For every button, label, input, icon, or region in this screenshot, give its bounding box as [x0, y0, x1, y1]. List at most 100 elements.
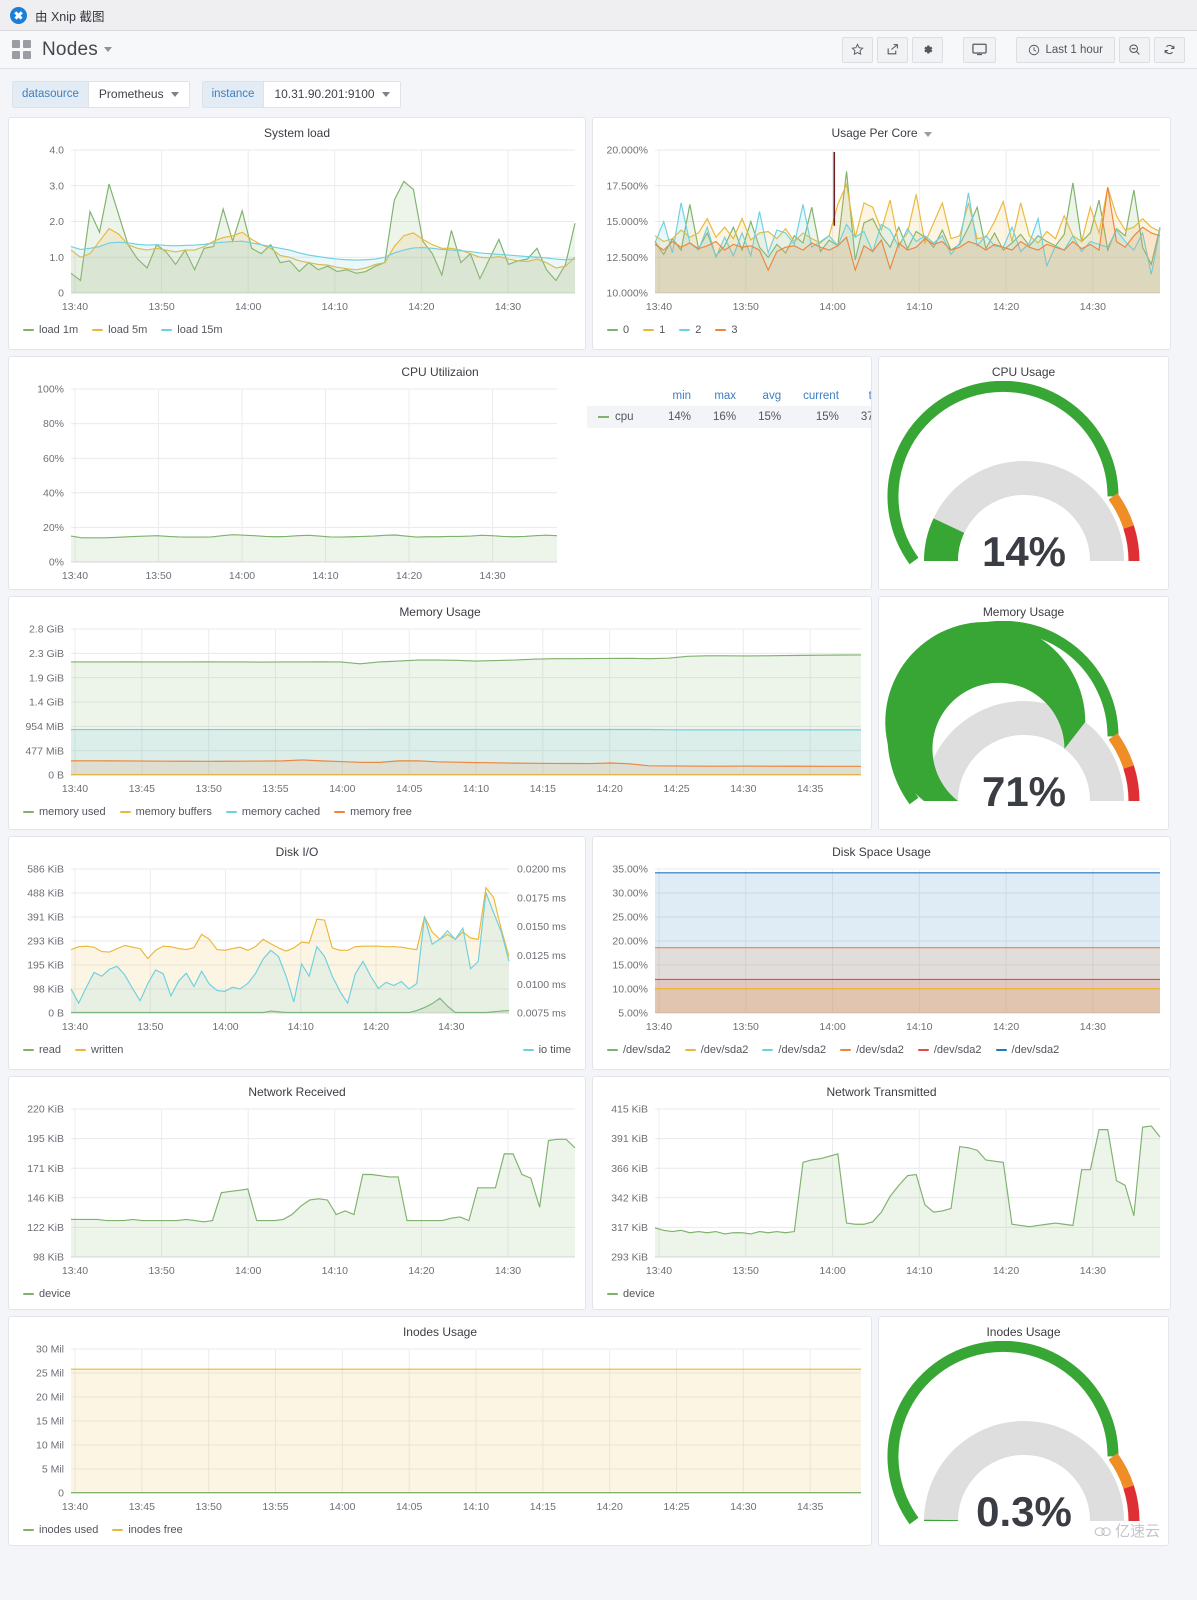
settings-button[interactable]: [912, 36, 944, 63]
refresh-button[interactable]: [1154, 36, 1185, 63]
legend-label: memory free: [350, 806, 412, 819]
legend-item[interactable]: inodes free: [112, 1524, 183, 1536]
legend-item[interactable]: device: [23, 1288, 71, 1300]
dashboard-row-3: Memory Usage 0 B 477 MiB 954 MiB 1.4 GiB 1.9…: [8, 596, 1189, 831]
legend-color-swatch: [23, 1528, 34, 1532]
variable-datasource: datasource Prometheus: [12, 81, 190, 109]
time-range-picker[interactable]: Last 1 hour: [1016, 36, 1115, 63]
legend-item[interactable]: 2: [679, 324, 701, 336]
svg-text:20 Mil: 20 Mil: [36, 1392, 64, 1404]
legend-item[interactable]: device: [607, 1288, 655, 1300]
svg-text:13:50: 13:50: [137, 1021, 163, 1033]
svg-text:0: 0: [58, 1488, 64, 1500]
panel-usage-per-core[interactable]: Usage Per Core 10.000% 12.500% 15.000% 17.5…: [592, 117, 1171, 351]
svg-text:3.0: 3.0: [49, 181, 64, 193]
legend-item[interactable]: memory free: [334, 806, 412, 818]
watermark-text: 亿速云: [1114, 1523, 1160, 1541]
legend-item[interactable]: 3: [715, 324, 738, 336]
panel-inodes-usage-gauge[interactable]: Inodes Usage 0.3% 亿速云: [878, 1316, 1169, 1547]
legend-label: /dev/sda2: [778, 1044, 827, 1057]
variable-datasource-label: datasource: [12, 81, 88, 108]
legend-item[interactable]: memory cached: [225, 806, 320, 818]
legend-item[interactable]: load 1m: [23, 324, 78, 336]
zoom-out-button[interactable]: [1119, 36, 1150, 63]
svg-text:146 KiB: 146 KiB: [27, 1193, 64, 1205]
svg-text:14:00: 14:00: [235, 1265, 261, 1277]
cloud-icon: [1094, 1526, 1111, 1536]
legend-item[interactable]: /dev/sda2: [762, 1044, 826, 1056]
legend-item[interactable]: /dev/sda2: [995, 1044, 1059, 1056]
panel-network-transmitted[interactable]: Network Transmitted 293 KiB 317 KiB 342 Ki…: [592, 1076, 1171, 1311]
svg-text:14:00: 14:00: [229, 570, 255, 582]
legend-item[interactable]: /dev/sda2: [684, 1044, 748, 1056]
svg-text:10.000%: 10.000%: [607, 288, 648, 300]
svg-text:20%: 20%: [43, 522, 64, 534]
chevron-down-icon[interactable]: [923, 131, 932, 137]
svg-text:14:20: 14:20: [597, 1501, 623, 1513]
legend-item[interactable]: memory buffers: [119, 806, 212, 818]
legend-item[interactable]: /dev/sda2: [917, 1044, 982, 1057]
panel-title: Memory Usage: [982, 605, 1065, 620]
legend-item[interactable]: inodes used: [23, 1524, 98, 1536]
dashboard-row-6: Inodes Usage 0 5 Mil 10 Mil 15 Mil 20 Mil 25 …: [8, 1316, 1189, 1547]
legend-value-total: 371%: [860, 411, 871, 424]
panel-title: Network Transmitted: [826, 1085, 937, 1100]
legend-table-column-avg[interactable]: avg: [747, 387, 792, 406]
svg-text:17.500%: 17.500%: [607, 181, 648, 193]
legend-item[interactable]: load 5m: [92, 324, 147, 336]
legend-color-swatch: [762, 1048, 774, 1052]
panel-disk-space-usage[interactable]: Disk Space Usage 5.00% 10.00% 15.00% 20.00%…: [592, 836, 1171, 1071]
variable-datasource-select[interactable]: Prometheus: [87, 81, 190, 109]
panel-inodes-usage[interactable]: Inodes Usage 0 5 Mil 10 Mil 15 Mil 20 Mil 25 …: [8, 1316, 872, 1547]
legend-item[interactable]: 1: [643, 324, 665, 336]
svg-text:14:15: 14:15: [530, 783, 556, 795]
panel-cpu-utilization[interactable]: CPU Utilizaion 0% 20% 40% 60% 80% 100% 13:40 13…: [8, 356, 872, 591]
panel-memory-usage[interactable]: Memory Usage 0 B 477 MiB 954 MiB 1.4 GiB 1.9…: [8, 596, 872, 831]
gauge-value-text: 0.3%: [976, 1488, 1072, 1535]
legend-item[interactable]: /dev/sda2: [840, 1044, 904, 1056]
panel-memory-usage-gauge[interactable]: Memory Usage 71%: [878, 596, 1169, 831]
svg-text:14:30: 14:30: [438, 1021, 464, 1033]
panel-network-received[interactable]: Network Received 98 KiB 122 KiB 146 KiB 171…: [8, 1076, 586, 1311]
svg-text:13:45: 13:45: [129, 783, 155, 795]
legend-color-swatch: [161, 328, 173, 332]
svg-text:10 Mil: 10 Mil: [36, 1440, 64, 1452]
legend-item[interactable]: read: [23, 1044, 61, 1056]
panel-title: Inodes Usage: [402, 1325, 478, 1340]
legend-color-swatch: [112, 1528, 124, 1532]
panel-disk-io[interactable]: Disk I/O 0 B 98 KiB 195 KiB 293 KiB 391 KiB 4…: [8, 836, 586, 1071]
variable-instance-select[interactable]: 10.31.90.201:9100: [263, 81, 401, 109]
legend-table-column-total[interactable]: total: [850, 387, 871, 406]
svg-text:14:10: 14:10: [312, 570, 338, 582]
legend-item[interactable]: written: [75, 1044, 123, 1056]
legend-item[interactable]: memory used: [23, 806, 106, 818]
chevron-down-icon[interactable]: [103, 47, 112, 52]
legend-table-column-min[interactable]: min: [657, 387, 702, 406]
legend-item[interactable]: io time: [522, 1044, 571, 1056]
svg-text:954 MiB: 954 MiB: [25, 721, 64, 733]
legend-item[interactable]: /dev/sda2: [607, 1044, 671, 1056]
svg-text:98 KiB: 98 KiB: [33, 984, 64, 996]
legend-table-column-max[interactable]: max: [702, 387, 747, 406]
gauge-value-text: 71%: [981, 768, 1065, 815]
panel-cpu-usage-gauge[interactable]: CPU Usage 14%: [878, 356, 1169, 591]
svg-text:366 KiB: 366 KiB: [611, 1163, 648, 1175]
svg-text:25.00%: 25.00%: [612, 912, 648, 924]
legend-item[interactable]: load 15m: [161, 324, 223, 336]
kiosk-mode-button[interactable]: [963, 36, 997, 63]
variable-datasource-value: Prometheus: [98, 87, 164, 101]
legend-table-column-current[interactable]: current: [792, 387, 850, 406]
svg-text:14:00: 14:00: [235, 301, 261, 313]
svg-text:2.8 GiB: 2.8 GiB: [29, 624, 64, 636]
share-button[interactable]: [877, 36, 909, 63]
svg-text:14:00: 14:00: [329, 783, 355, 795]
svg-text:2.3 GiB: 2.3 GiB: [29, 648, 64, 660]
legend-label: /dev/sda2: [933, 1044, 982, 1057]
page-title[interactable]: Nodes: [42, 39, 98, 61]
panel-system-load[interactable]: System load 0 1.0 2.0 3.0 4.0 13:40 13:50 14:00…: [8, 117, 586, 351]
legend-item[interactable]: 0: [607, 324, 629, 336]
svg-text:220 KiB: 220 KiB: [27, 1104, 64, 1116]
legend-table-row[interactable]: cpu 14% 16% 15% 15% 371%: [587, 406, 871, 429]
star-button[interactable]: [842, 36, 874, 63]
svg-text:0.0075 ms: 0.0075 ms: [517, 1008, 566, 1020]
